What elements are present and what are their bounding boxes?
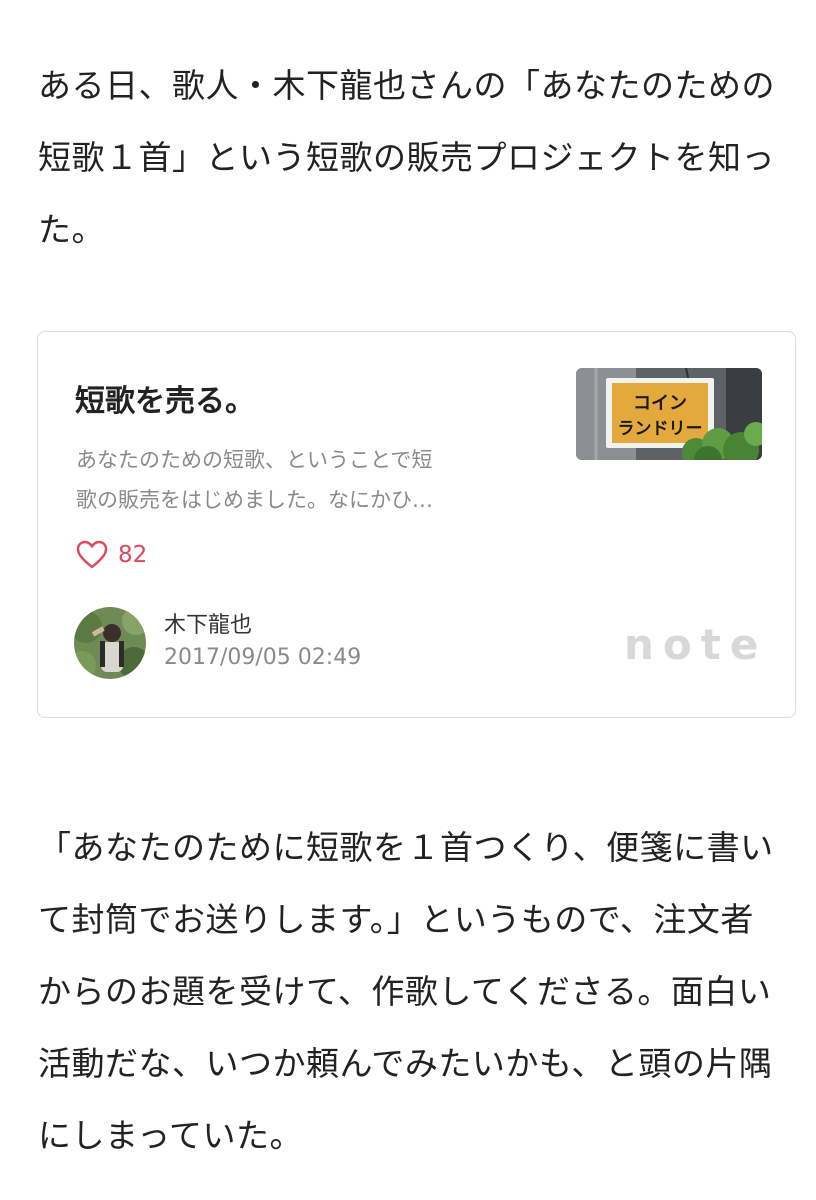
note-embed-card[interactable]: 短歌を売る。 あなたのための短歌、ということで短 歌の販売をはじめました。なにか… [37, 331, 796, 718]
thumbnail-photo: コイン ランドリー [576, 368, 762, 460]
avatar-photo [74, 607, 146, 679]
author-block[interactable]: 木下龍也 2017/09/05 02:49 [74, 606, 361, 680]
body-paragraph: 「あなたのために短歌を１首つくり、便箋に書い て封筒でお送りします。」というもの… [38, 812, 778, 1172]
note-logo: note [624, 620, 768, 669]
like-count: 82 [118, 542, 148, 568]
paragraph-line: 活動だな、いつか頼んでみたいかも、と頭の片隅 [38, 1044, 773, 1083]
article-page: ある日、歌人・木下龍也さんの「あなたのための 短歌１首」という短歌の販売プロジェ… [0, 0, 816, 1200]
embed-excerpt: あなたのための短歌、ということで短 歌の販売をはじめました。なにかひ… [76, 440, 516, 520]
sign-text-line2: ランドリー [618, 419, 703, 439]
author-meta: 木下龍也 2017/09/05 02:49 [164, 611, 361, 675]
excerpt-line: 歌の販売をはじめました。なにかひ… [76, 488, 433, 512]
paragraph-line: にしまっていた。 [38, 1116, 304, 1155]
intro-paragraph: ある日、歌人・木下龍也さんの「あなたのための 短歌１首」という短歌の販売プロジェ… [38, 50, 778, 266]
embed-thumbnail[interactable]: コイン ランドリー [576, 368, 762, 460]
like-counter[interactable]: 82 [76, 538, 147, 572]
paragraph-line: た。 [38, 210, 105, 249]
paragraph-line: て封筒でお送りします。」というもので、注文者 [38, 900, 754, 939]
paragraph-line: からのお題を受けて、作歌してくださる。面白い [38, 972, 772, 1011]
sign-text-line1: コイン [633, 393, 687, 414]
heart-outline-icon[interactable] [76, 540, 108, 570]
author-name[interactable]: 木下龍也 [164, 611, 361, 641]
paragraph-line: 「あなたのために短歌を１首つくり、便箋に書い [38, 828, 774, 867]
paragraph-line: ある日、歌人・木下龍也さんの「あなたのための [38, 66, 775, 105]
embed-title[interactable]: 短歌を売る。 [75, 376, 255, 420]
post-date: 2017/09/05 02:49 [164, 645, 362, 670]
paragraph-line: 短歌１首」という短歌の販売プロジェクトを知っ [38, 138, 775, 177]
avatar[interactable] [74, 607, 146, 679]
excerpt-line: あなたのための短歌、ということで短 [76, 448, 433, 472]
